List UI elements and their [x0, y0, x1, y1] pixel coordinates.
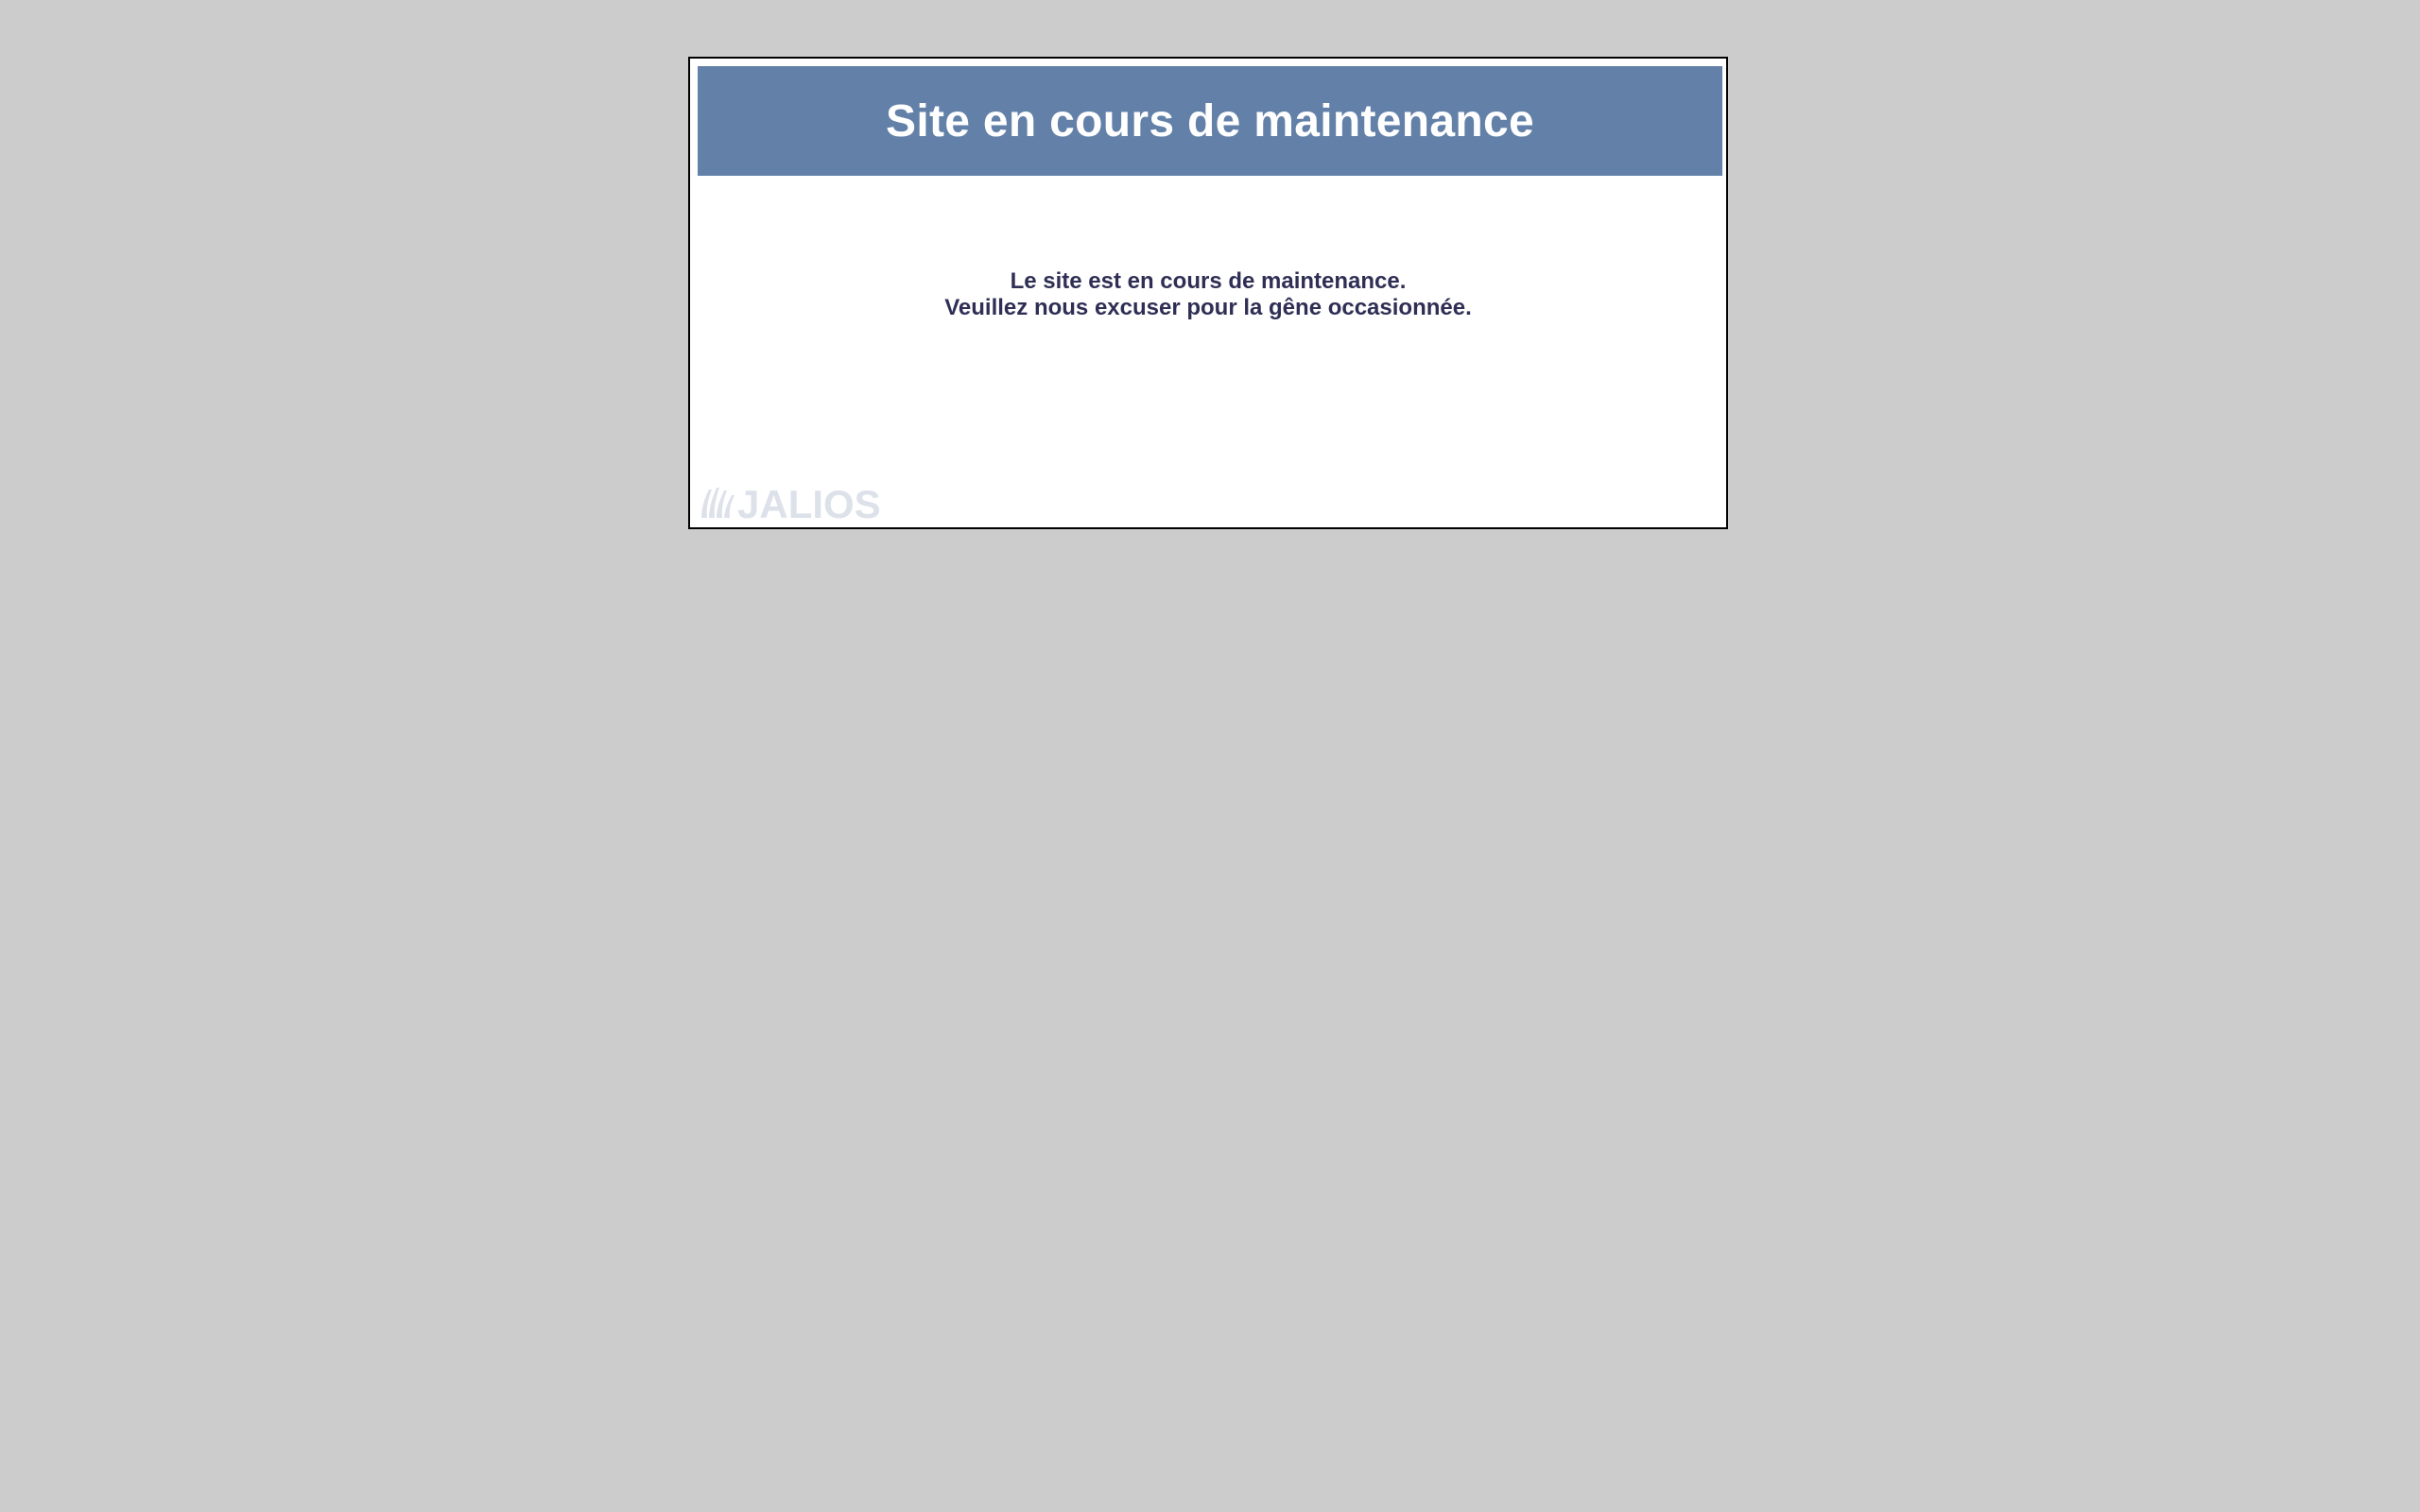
message-line-2: Veuillez nous excuser pour la gêne occas…	[944, 295, 1472, 320]
jalios-logo: JALIOS	[696, 478, 894, 524]
message-line-1: Le site est en cours de maintenance.	[1010, 268, 1407, 294]
logo-wordmark: JALIOS	[737, 482, 881, 524]
page-title: Site en cours de maintenance	[886, 95, 1534, 146]
header-banner: Site en cours de maintenance	[698, 66, 1722, 176]
jalios-logo-icon: JALIOS	[701, 482, 881, 524]
maintenance-message: Le site est en cours de maintenance. Veu…	[690, 268, 1726, 321]
maintenance-panel: Site en cours de maintenance Le site est…	[688, 57, 1728, 529]
